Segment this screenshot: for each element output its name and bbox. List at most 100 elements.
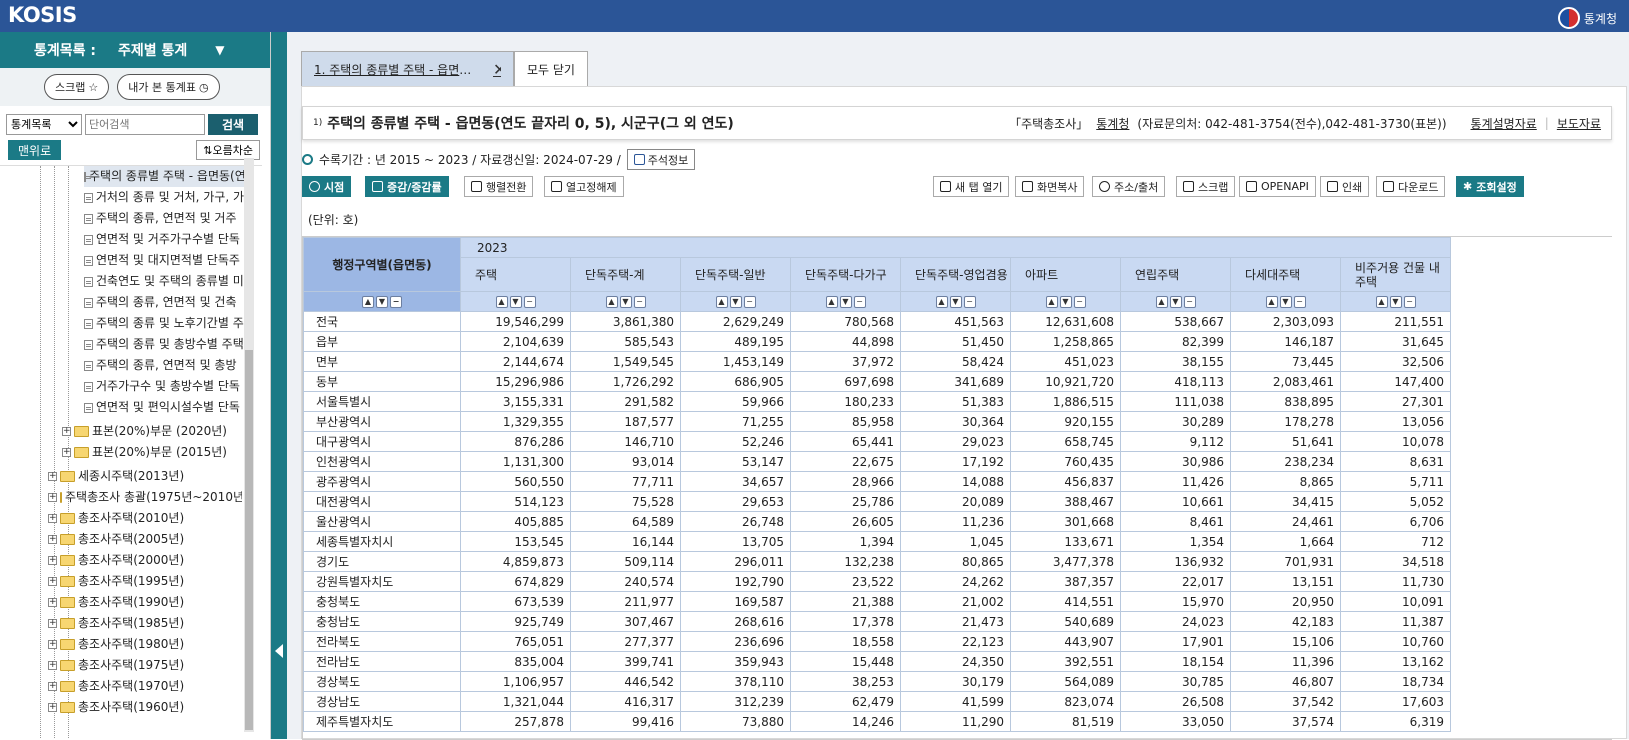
press-release-link[interactable]: 보도자료 — [1557, 115, 1601, 132]
tree-folder-item[interactable]: + 세종시주택(2013년) — [48, 466, 242, 487]
scrap-toolbar-button[interactable]: 스크랩 — [1176, 176, 1236, 197]
tree-folder-item[interactable]: + 총조사주택(2010년) — [48, 508, 242, 529]
note-info-button[interactable]: 주석정보 — [626, 149, 696, 170]
sort-up-icon[interactable]: ▲ — [605, 296, 618, 308]
download-button[interactable]: 다운로드 — [1376, 176, 1446, 197]
sort-down-icon[interactable]: ▼ — [839, 296, 852, 308]
tree-folder-item[interactable]: + 총조사주택(1960년) — [48, 697, 242, 718]
sort-down-icon[interactable]: ▼ — [1279, 296, 1292, 308]
collapse-icon[interactable]: − — [390, 296, 402, 308]
collapse-icon[interactable]: − — [743, 296, 756, 308]
tree-table-item[interactable]: 거주가구수 및 총방수별 단독 — [84, 376, 244, 397]
tree-table-item[interactable]: 주택의 종류 및 총방수별 주택 — [84, 334, 244, 355]
expand-plus-icon[interactable]: + — [48, 535, 57, 544]
org-logo[interactable]: 통계청 — [1557, 7, 1617, 29]
scrollbar-thumb[interactable] — [245, 350, 253, 730]
tree-table-item[interactable]: 주택의 종류, 연면적 및 총방 — [84, 355, 244, 376]
unfreeze-columns-button[interactable]: 열고정해제 — [544, 176, 624, 197]
tree-folder-item[interactable]: + 총조사주택(2000년) — [48, 550, 242, 571]
chevron-down-icon[interactable]: ▼ — [215, 43, 224, 57]
tree-table-item[interactable]: 주택의 종류 및 노후기간별 주 — [84, 313, 244, 334]
collapse-icon[interactable]: − — [1073, 296, 1086, 308]
stats-description-link[interactable]: 통계설명자료 — [1471, 115, 1537, 132]
tree-folder-item[interactable]: + 총조사주택(1985년) — [48, 613, 242, 634]
sort-down-icon[interactable]: ▼ — [619, 296, 632, 308]
screen-copy-button[interactable]: 화면복사 — [1015, 176, 1085, 197]
expand-plus-icon[interactable]: + — [48, 661, 57, 670]
sort-up-icon[interactable]: ▲ — [1265, 296, 1278, 308]
change-rate-button[interactable]: 증감/증감률 — [365, 176, 449, 197]
tree-folder-item[interactable]: + 총조사주택(1995년) — [48, 571, 242, 592]
collapse-icon[interactable]: − — [1183, 296, 1196, 308]
tree-folder-item[interactable]: + 주택총조사 총괄(1975년~2010년) — [48, 487, 242, 508]
scroll-top-button[interactable]: 맨위로 — [8, 140, 62, 160]
sort-down-icon[interactable]: ▼ — [1059, 296, 1072, 308]
sort-up-icon[interactable]: ▲ — [715, 296, 728, 308]
tree-table-item[interactable]: 건축연도 및 주택의 종류별 미 — [84, 271, 244, 292]
agency-link[interactable]: 통계청 — [1096, 115, 1129, 132]
collapse-icon[interactable]: − — [1293, 296, 1306, 308]
expand-plus-icon[interactable]: + — [48, 703, 57, 712]
sort-up-icon[interactable]: ▲ — [935, 296, 948, 308]
print-button[interactable]: 인쇄 — [1320, 176, 1370, 197]
sort-down-icon[interactable]: ▼ — [376, 296, 388, 308]
search-button[interactable]: 검색 — [208, 114, 259, 135]
collapse-icon[interactable]: − — [853, 296, 866, 308]
tree-table-item[interactable]: 주택의 종류, 연면적 및 건축 — [84, 292, 244, 313]
collapse-arrow-icon[interactable] — [275, 644, 283, 658]
expand-plus-icon[interactable]: + — [62, 448, 71, 457]
expand-plus-icon[interactable]: + — [48, 619, 57, 628]
sort-ascending-button[interactable]: ⇅오름차순 — [196, 140, 260, 160]
sort-up-icon[interactable]: ▲ — [495, 296, 508, 308]
expand-plus-icon[interactable]: + — [48, 598, 57, 607]
expand-plus-icon[interactable]: + — [48, 472, 57, 481]
collapse-icon[interactable]: − — [523, 296, 536, 308]
sort-down-icon[interactable]: ▼ — [1389, 296, 1402, 308]
tree-subfolder-item[interactable]: + 표본(20%)부문 (2015년) — [62, 442, 242, 463]
sort-down-icon[interactable]: ▼ — [949, 296, 962, 308]
scrap-button[interactable]: 스크랩 ☆ — [44, 74, 110, 100]
sort-down-icon[interactable]: ▼ — [1169, 296, 1182, 308]
expand-plus-icon[interactable]: + — [48, 556, 57, 565]
sidebar-toggle[interactable] — [271, 32, 287, 739]
expand-plus-icon[interactable]: + — [48, 682, 57, 691]
tree-table-item[interactable]: 거처의 종류 및 거처, 가구, 가 — [84, 187, 244, 208]
tree-folder-item[interactable]: + 총조사주택(1975년) — [48, 655, 242, 676]
close-all-tabs-button[interactable]: 모두 닫기 — [514, 51, 588, 86]
new-tab-button[interactable]: 새 탭 열기 — [933, 176, 1010, 197]
sort-up-icon[interactable]: ▲ — [825, 296, 838, 308]
tree-folder-item[interactable]: + 총조사주택(1990년) — [48, 592, 242, 613]
kosis-logo[interactable]: KOSIS — [8, 3, 77, 27]
time-button[interactable]: 시점 — [302, 176, 352, 197]
sort-down-icon[interactable]: ▼ — [729, 296, 742, 308]
tree-subfolder-item[interactable]: + 표본(20%)부문 (2020년) — [62, 421, 242, 442]
search-input[interactable] — [85, 114, 205, 135]
sort-up-icon[interactable]: ▲ — [1045, 296, 1058, 308]
expand-plus-icon[interactable]: + — [62, 427, 71, 436]
sort-down-icon[interactable]: ▼ — [509, 296, 522, 308]
category-select[interactable]: 통계목록 — [6, 114, 82, 135]
sort-up-icon[interactable]: ▲ — [362, 296, 374, 308]
tree-table-item[interactable]: 연면적 및 편익시설수별 단독 — [84, 397, 244, 418]
close-icon[interactable]: ✕ — [493, 60, 501, 79]
tree-table-item[interactable]: 주택의 종류, 연면적 및 거주 — [84, 208, 244, 229]
tree-table-item[interactable]: 연면적 및 대지면적별 단독주 — [84, 250, 244, 271]
pivot-button[interactable]: 행렬전환 — [464, 176, 534, 197]
menu-selector[interactable]: 통계목록 : 주제별 통계 ▼ — [0, 32, 270, 68]
expand-plus-icon[interactable]: + — [48, 640, 57, 649]
tree-scrollbar[interactable] — [244, 158, 254, 732]
collapse-icon[interactable]: − — [963, 296, 976, 308]
sort-up-icon[interactable]: ▲ — [1155, 296, 1168, 308]
expand-plus-icon[interactable]: + — [48, 577, 57, 586]
query-settings-button[interactable]: ✱ 조회설정 — [1456, 176, 1524, 197]
url-source-button[interactable]: 주소/출처 — [1092, 176, 1166, 197]
sort-up-icon[interactable]: ▲ — [1375, 296, 1388, 308]
tree-folder-item[interactable]: + 총조사주택(2005년) — [48, 529, 242, 550]
collapse-icon[interactable]: − — [1403, 296, 1416, 308]
tree-folder-item[interactable]: + 총조사주택(1980년) — [48, 634, 242, 655]
tree-table-item[interactable]: 주택의 종류별 주택 - 읍면동(연도 끝자리 0, 5), 시군구(그 외 연… — [84, 166, 244, 187]
expand-plus-icon[interactable]: + — [48, 514, 57, 523]
title-note[interactable]: 1) — [313, 118, 322, 128]
expand-plus-icon[interactable]: + — [48, 493, 57, 502]
tree-folder-item[interactable]: + 총조사주택(1970년) — [48, 676, 242, 697]
